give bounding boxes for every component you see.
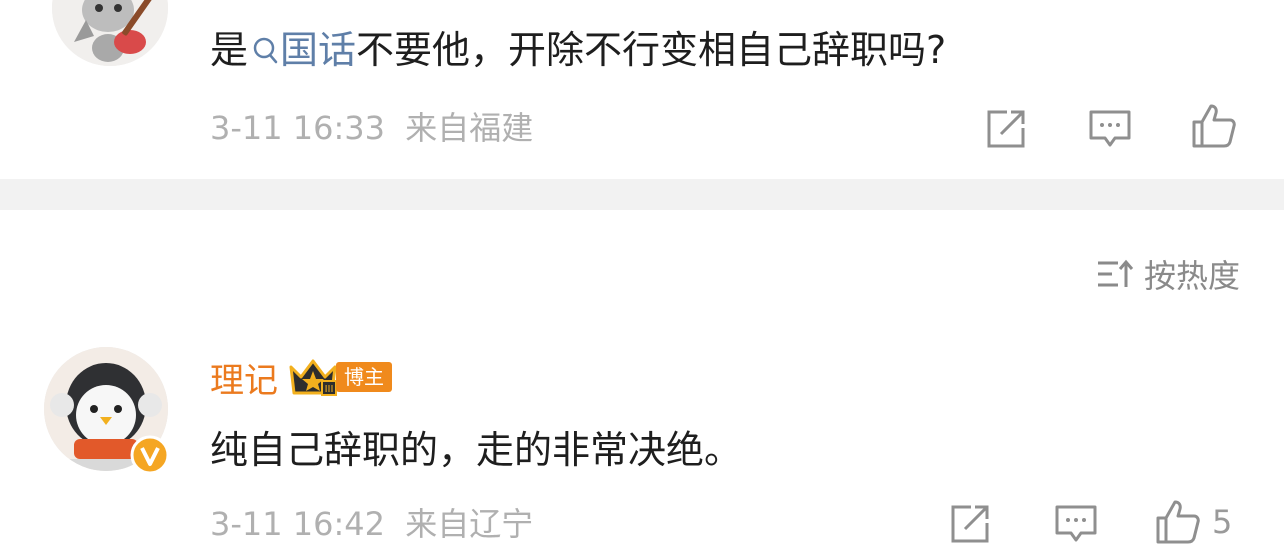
avatar[interactable] — [44, 347, 170, 475]
like-button[interactable]: 5 — [1154, 498, 1232, 546]
comment-location: 来自福建 — [405, 109, 534, 147]
comment-meta: 3-11 16:42 来自辽宁 — [210, 502, 533, 546]
comment-time: 3-11 16:42 — [210, 505, 386, 543]
sort-label: 按热度 — [1143, 257, 1240, 295]
svg-text:III: III — [325, 384, 334, 395]
sort-by-hot-button[interactable]: 按热度 — [1096, 252, 1240, 296]
verified-badge-icon — [130, 435, 170, 475]
author-name[interactable]: 理记 — [210, 353, 278, 402]
avatar[interactable] — [52, 0, 168, 66]
comment-button[interactable] — [1052, 500, 1100, 548]
badge-label: 博主 — [336, 362, 392, 392]
blogger-badge: III 博主 — [288, 357, 392, 397]
comment-time: 3-11 16:33 — [210, 109, 386, 147]
comment-text: 是国话不要他，开除不行变相自己辞职吗? — [210, 28, 947, 72]
crown-icon: III — [289, 359, 337, 396]
comment-button[interactable] — [1086, 105, 1134, 153]
cat-guitar-avatar-icon — [52, 0, 168, 66]
like-count: 5 — [1212, 503, 1233, 541]
like-icon — [1156, 500, 1200, 544]
share-icon — [951, 505, 989, 543]
comment-text: 纯自己辞职的，走的非常决绝。 — [210, 428, 743, 472]
share-icon — [987, 110, 1025, 148]
comment-icon — [1089, 110, 1131, 147]
share-button[interactable] — [982, 105, 1030, 153]
comment-icon — [1055, 505, 1097, 542]
comment-meta: 3-11 16:33 来自福建 — [210, 108, 533, 148]
like-icon — [1192, 104, 1236, 148]
sort-icon — [1097, 259, 1134, 287]
section-divider — [0, 179, 1284, 210]
like-button[interactable] — [1190, 102, 1238, 150]
topic-link[interactable]: 国话 — [248, 28, 356, 72]
author-row: 理记 III 博主 — [210, 352, 392, 402]
share-button[interactable] — [946, 500, 994, 548]
comment-location: 来自辽宁 — [405, 505, 534, 543]
search-icon — [253, 37, 278, 64]
